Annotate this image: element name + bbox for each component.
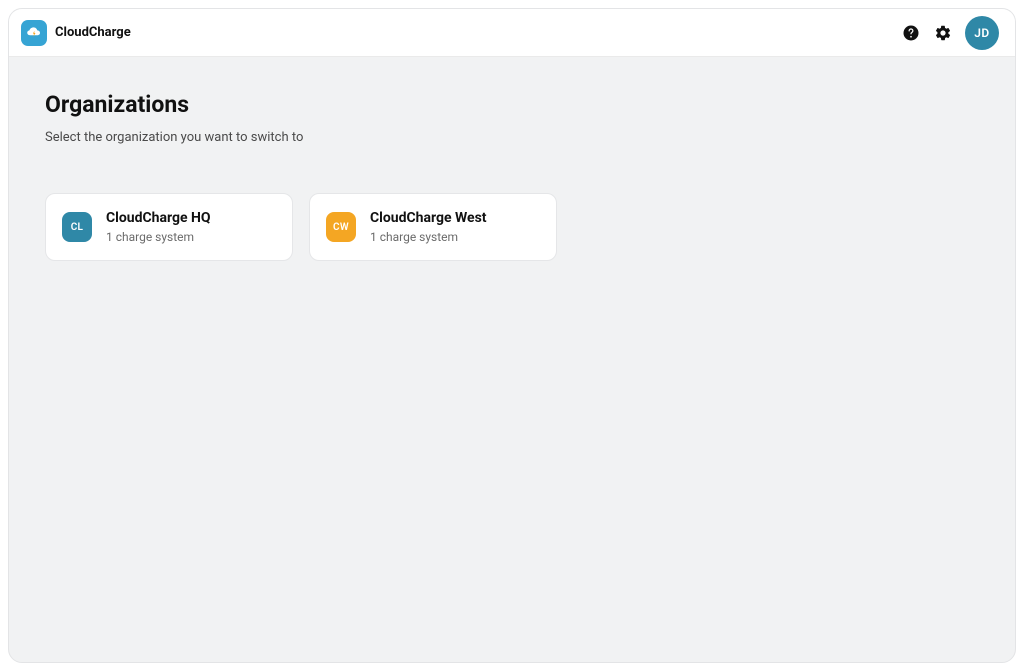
topbar-right: JD: [901, 16, 999, 50]
app-frame: CloudCharge JD Organiz: [0, 0, 1024, 671]
help-icon[interactable]: [901, 23, 921, 43]
org-info: CloudCharge West 1 charge system: [370, 210, 487, 244]
settings-icon[interactable]: [933, 23, 953, 43]
page-subtitle: Select the organization you want to swit…: [45, 130, 979, 145]
org-avatar: CL: [62, 212, 92, 242]
org-meta: 1 charge system: [370, 230, 487, 244]
org-info: CloudCharge HQ 1 charge system: [106, 210, 211, 244]
user-avatar[interactable]: JD: [965, 16, 999, 50]
brand-name: CloudCharge: [55, 25, 131, 40]
topbar: CloudCharge JD: [9, 9, 1015, 57]
main-content: Organizations Select the organization yo…: [9, 57, 1015, 662]
topbar-left: CloudCharge: [21, 20, 131, 46]
org-card[interactable]: CL CloudCharge HQ 1 charge system: [45, 193, 293, 261]
org-card[interactable]: CW CloudCharge West 1 charge system: [309, 193, 557, 261]
org-meta: 1 charge system: [106, 230, 211, 244]
organizations-grid: CL CloudCharge HQ 1 charge system CW Clo…: [45, 193, 979, 261]
page-title: Organizations: [45, 91, 979, 118]
org-name: CloudCharge HQ: [106, 210, 211, 226]
org-avatar: CW: [326, 212, 356, 242]
org-name: CloudCharge West: [370, 210, 487, 226]
app-shell: CloudCharge JD Organiz: [8, 8, 1016, 663]
brand-logo-icon: [21, 20, 47, 46]
